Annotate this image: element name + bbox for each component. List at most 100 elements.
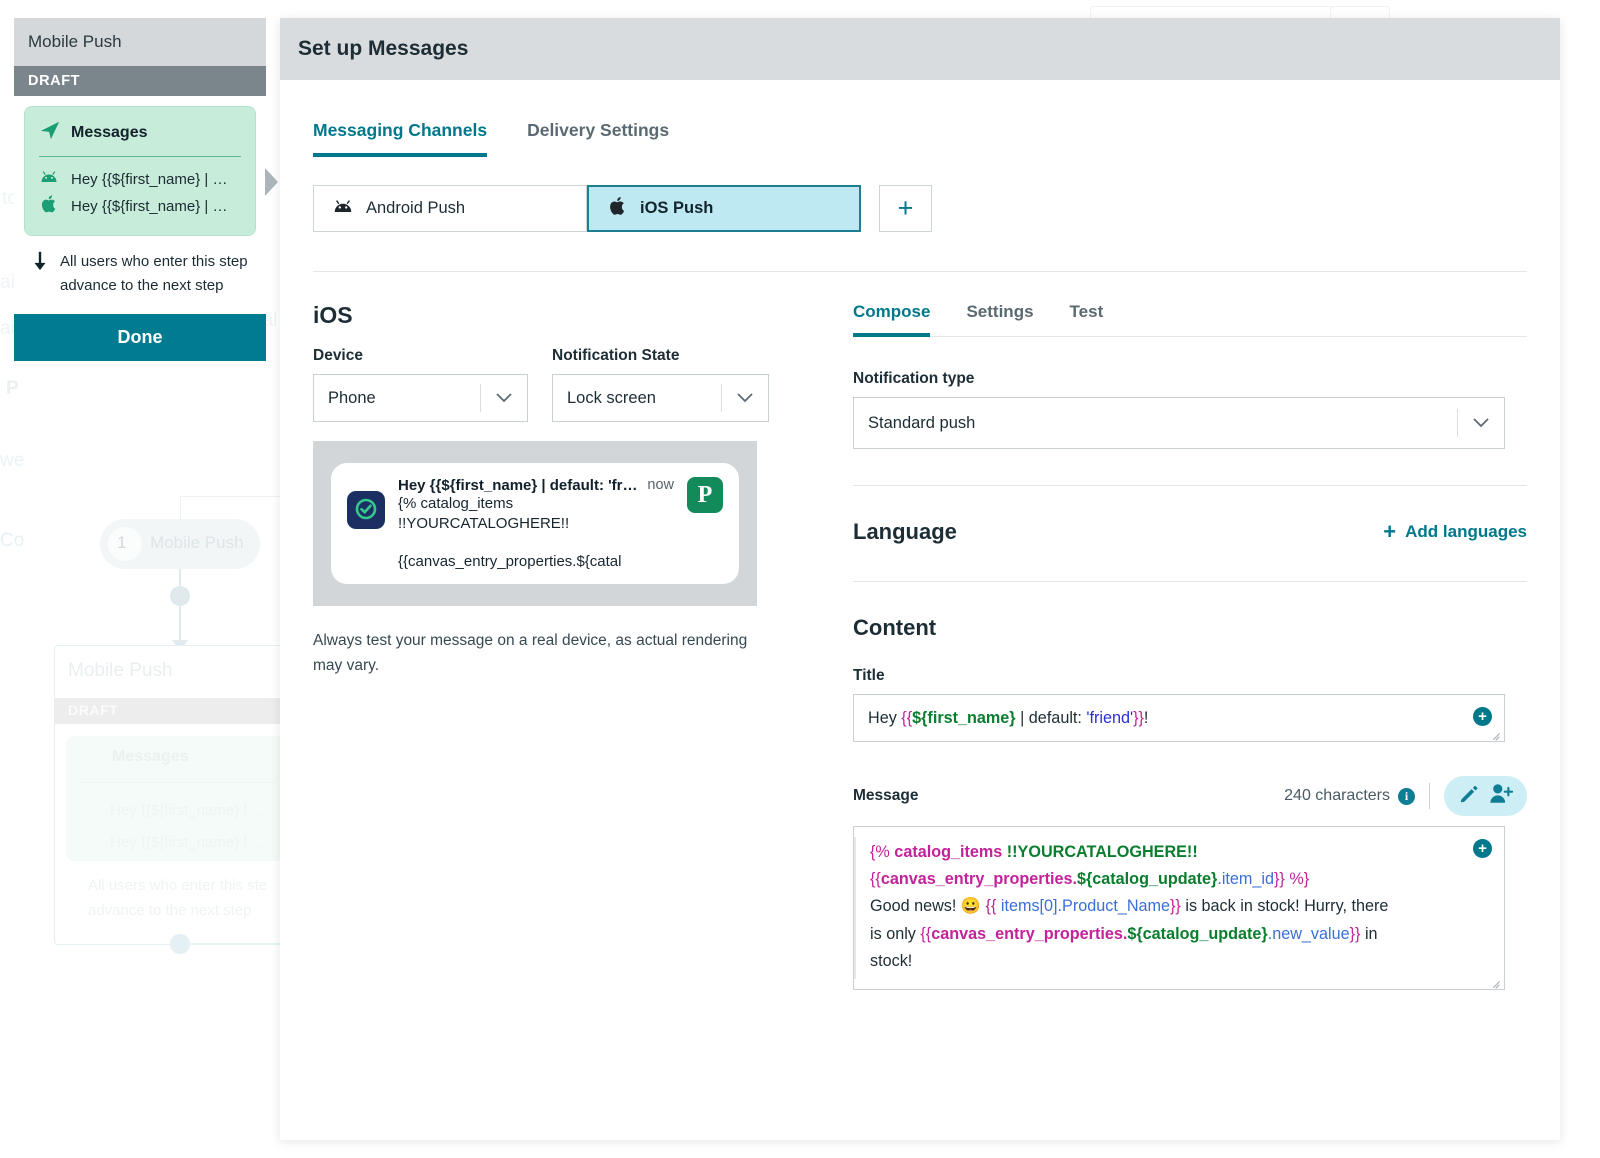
canvas-ghost-row: Hey {{${first_name} | ...: [110, 834, 264, 851]
divider: [1429, 783, 1430, 809]
character-count-text: 240 characters: [1284, 787, 1390, 804]
preview-disclaimer: Always test your message on a real devic…: [313, 631, 748, 675]
add-languages-button[interactable]: + Add languages: [1383, 521, 1527, 543]
title-plain-prefix: Hey: [868, 708, 902, 727]
canvas-ghost-messages: Messages: [112, 748, 189, 765]
apple-icon: [39, 194, 59, 218]
plus-icon: +: [1383, 519, 1397, 544]
modal-tabs: Messaging Channels Delivery Settings: [313, 80, 1527, 157]
ghost-text: we: [0, 450, 25, 471]
notification-body-line1: {% catalog_items: [398, 495, 514, 512]
setup-messages-modal: Set up Messages Messaging Channels Deliv…: [280, 18, 1560, 1140]
notification-state-value: Lock screen: [567, 388, 656, 407]
step-status-badge: DRAFT: [14, 66, 266, 96]
notification-type-select[interactable]: Standard push: [853, 397, 1505, 449]
device-label: Device: [313, 347, 363, 364]
divider: [39, 156, 241, 157]
canvas-node-label: Mobile Push: [150, 533, 244, 552]
notification-body-line2: !!YOURCATALOGHERE!!: [398, 515, 570, 533]
list-item-label: Hey {{${first_name} | …: [71, 170, 228, 188]
divider: [853, 485, 1527, 486]
tab-messaging-channels[interactable]: Messaging Channels: [313, 120, 488, 157]
advance-info: All users who enter this step advance to…: [24, 236, 256, 302]
title-variable: ${first_name}: [912, 708, 1016, 727]
list-item[interactable]: Hey {{${first_name} | …: [39, 167, 241, 191]
channel-selector: Android Push iOS Push +: [313, 185, 1527, 232]
title-pipe: | default:: [1015, 708, 1087, 727]
language-heading: Language: [853, 519, 957, 544]
add-channel-button[interactable]: +: [879, 185, 932, 232]
message-line: Good news! 😀 {{ items[0].Product_Name}} …: [870, 897, 1389, 916]
title-close-brace: }}: [1133, 708, 1144, 727]
title-suffix: !: [1143, 708, 1149, 727]
notification-type-section: Notification type Standard push: [853, 370, 1527, 449]
step-panel-title: Mobile Push: [14, 18, 266, 66]
send-icon: [39, 119, 61, 146]
list-item[interactable]: Hey {{${first_name} | …: [39, 191, 241, 221]
list-item-label: Hey {{${first_name} | …: [71, 197, 228, 215]
step-panel-body: Messages Hey {{${first_name} | … Hey {{$…: [14, 96, 266, 314]
message-label: Message: [853, 787, 919, 804]
channel-android-push[interactable]: Android Push: [313, 185, 587, 232]
message-line: stock!: [870, 951, 913, 970]
preview-heading: iOS: [313, 302, 353, 328]
title-string: 'friend': [1086, 708, 1134, 727]
preview-column: iOS Device Phone Notification State Lock…: [313, 302, 813, 990]
title-input[interactable]: Hey {{${first_name} | default: 'friend'}…: [853, 694, 1505, 742]
notification-body-line3: {{canvas_entry_properties.${catal: [398, 552, 622, 570]
apple-icon: [607, 194, 628, 223]
message-line: {% catalog_items !!YOURCATALOGHERE!!: [870, 843, 1198, 861]
message-line: is only {{canvas_entry_properties.${cata…: [870, 924, 1378, 943]
content-heading: Content: [853, 615, 937, 640]
ghost-text: Co: [0, 530, 25, 551]
divider: [853, 581, 1527, 582]
modal-title: Set up Messages: [280, 18, 1560, 80]
message-content: {% catalog_items !!YOURCATALOGHERE!! {{ca…: [870, 839, 1488, 975]
ghost-text: ai: [0, 318, 15, 339]
chevron-down-icon: [722, 393, 768, 403]
notification-type-label: Notification type: [853, 370, 975, 387]
chevron-down-icon: [1458, 418, 1504, 428]
collapse-handle[interactable]: [265, 168, 278, 196]
notification-type-value: Standard push: [868, 413, 976, 432]
title-input-value: Hey {{${first_name} | default: 'friend'}…: [868, 709, 1148, 728]
tab-delivery-settings[interactable]: Delivery Settings: [527, 120, 669, 157]
code-gutter: [854, 837, 856, 980]
info-icon[interactable]: i: [1398, 787, 1415, 805]
notification-time: now: [647, 477, 674, 493]
add-user-icon[interactable]: [1489, 783, 1514, 809]
compose-column: Compose Settings Test Notification type …: [813, 302, 1527, 991]
title-label: Title: [853, 667, 885, 684]
done-button[interactable]: Done: [14, 314, 266, 361]
channel-ios-push[interactable]: iOS Push: [587, 185, 861, 232]
insert-personalization-title-button[interactable]: +: [1473, 707, 1492, 726]
ghost-text: ai: [0, 272, 15, 293]
notification-card: Hey {{${first_name} | default: 'frien… n…: [331, 463, 739, 584]
messages-card-title: Messages: [71, 123, 148, 141]
pencil-icon[interactable]: [1458, 783, 1479, 809]
channel-android-label: Android Push: [366, 199, 466, 217]
device-select[interactable]: Phone: [313, 374, 528, 422]
message-header: Message 240 characters i: [853, 776, 1527, 816]
messages-card-header: Messages: [39, 119, 241, 156]
resize-handle[interactable]: [1492, 978, 1502, 988]
canvas-ghost-draft: DRAFT: [68, 702, 119, 718]
arrow-down-icon: [30, 250, 50, 277]
tab-test[interactable]: Test: [1070, 302, 1104, 337]
tab-settings[interactable]: Settings: [966, 302, 1033, 337]
divider: [313, 271, 1527, 272]
notification-state-select[interactable]: Lock screen: [552, 374, 769, 422]
messages-card[interactable]: Messages Hey {{${first_name} | … Hey {{$…: [24, 106, 256, 236]
canvas-ghost-row: Hey {{${first_name} | ...: [110, 802, 264, 819]
insert-personalization-message-button[interactable]: +: [1473, 839, 1492, 858]
notification-preview: Hey {{${first_name} | default: 'frien… n…: [313, 441, 757, 606]
resize-handle[interactable]: [1492, 730, 1502, 740]
canvas-node-number: 1: [117, 533, 127, 552]
tab-compose[interactable]: Compose: [853, 302, 931, 337]
canvas-ghost-advance2: advance to the next step: [88, 902, 252, 919]
title-open-brace: {{: [901, 708, 913, 727]
android-icon: [332, 199, 354, 219]
compose-tabs: Compose Settings Test: [853, 302, 1527, 337]
language-section: Language + Add languages: [853, 519, 1527, 545]
message-textarea[interactable]: {% catalog_items !!YOURCATALOGHERE!! {{ca…: [853, 826, 1505, 991]
